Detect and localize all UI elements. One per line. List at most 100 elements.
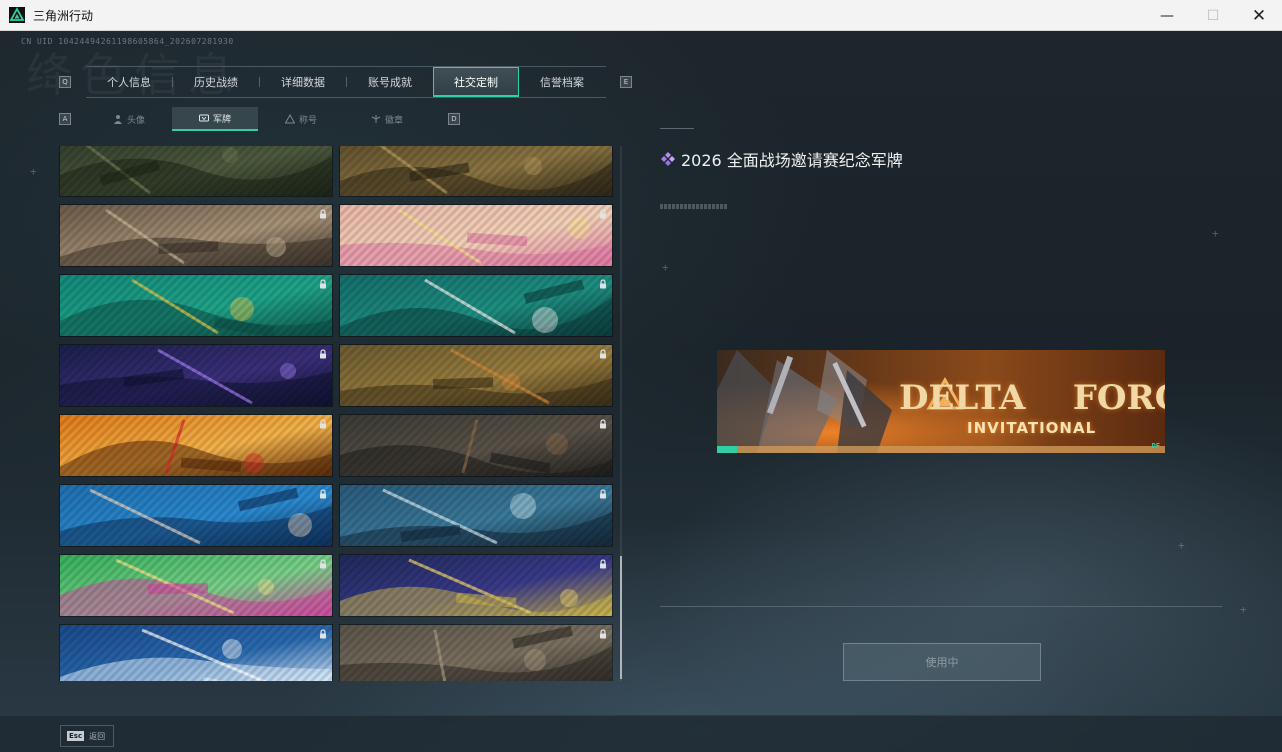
lock-icon [600, 209, 606, 219]
lock-icon [320, 349, 326, 359]
lock-icon [600, 629, 606, 639]
tab-prev-key-hint[interactable]: Q [59, 76, 71, 88]
dogtag-artwork [340, 146, 612, 196]
crosshair-decoration: + [30, 165, 37, 178]
dogtag-card[interactable] [339, 146, 613, 197]
minimize-button[interactable]: — [1144, 0, 1190, 31]
tab-reputation[interactable]: 信誉档案 [519, 67, 605, 97]
detail-decoration [660, 128, 694, 129]
lock-icon [600, 489, 606, 499]
bottom-bar: Esc 返回 [0, 715, 1282, 752]
crosshair-decoration: + [1240, 603, 1247, 616]
dogtag-artwork [340, 415, 612, 476]
dogtag-artwork [60, 415, 332, 476]
back-label: 返回 [89, 731, 106, 741]
dogtag-artwork [60, 345, 332, 406]
crosshair-decoration: + [1178, 539, 1185, 552]
rarity-diamond-icon [661, 152, 675, 166]
dogtag-artwork [340, 275, 612, 336]
dogtag-card[interactable] [339, 274, 613, 337]
preview-title-line1: DELTA FORCE [899, 378, 1165, 418]
lock-icon [600, 559, 606, 569]
window-title: 三角洲行动 [33, 8, 94, 23]
lock-icon [600, 349, 606, 359]
dogtag-subtitle-redacted [660, 204, 728, 209]
dogtag-artwork [340, 205, 612, 266]
main-tab-bar: 个人信息 历史战绩 详细数据 账号成就 社交定制 信誉档案 [86, 66, 606, 98]
preview-title-line2: INVITATIONAL [967, 419, 1097, 437]
emblem-icon [371, 115, 381, 123]
dogtag-artwork [60, 205, 332, 266]
subtab-prev-key-hint[interactable]: A [59, 113, 71, 125]
dogtag-artwork [340, 345, 612, 406]
subtab-label: 头像 [126, 115, 145, 126]
tab-next-key-hint[interactable]: E [620, 76, 632, 88]
lock-icon [320, 629, 326, 639]
dogtag-card[interactable] [339, 204, 613, 267]
dogtag-card[interactable] [59, 204, 333, 267]
dogtag-card[interactable] [59, 414, 333, 477]
subtab-label: 军牌 [212, 114, 231, 125]
tab-personal-info[interactable]: 个人信息 [86, 67, 172, 97]
dogtag-artwork [60, 485, 332, 546]
grid-scrollbar-thumb[interactable] [620, 556, 622, 679]
dogtag-title: 2026 全面战场邀请赛纪念军牌 [660, 147, 903, 171]
dogtag-card[interactable] [339, 554, 613, 617]
app-logo-icon [9, 7, 25, 23]
user-uid: CN UID 10424494261198605864_202607281930 [21, 37, 234, 46]
crosshair-decoration: + [662, 261, 669, 274]
lock-icon [600, 279, 606, 289]
dogtag-artwork [60, 555, 332, 616]
subtab-label: 称号 [298, 115, 317, 126]
dogtag-artwork [60, 275, 332, 336]
subtab-title[interactable]: 称号 [258, 107, 344, 131]
crosshair-decoration: + [1212, 227, 1219, 240]
dogtag-card[interactable] [59, 554, 333, 617]
lock-icon [600, 419, 606, 429]
esc-key-icon: Esc [67, 731, 85, 741]
subtab-dogtag[interactable]: 军牌 [172, 107, 258, 131]
dogtag-card[interactable] [59, 274, 333, 337]
dogtag-title-text: 2026 全面战场邀请赛纪念军牌 [681, 151, 903, 170]
dogtag-preview: DELTA FORCE INVITATIONAL DF [717, 350, 1165, 453]
back-button[interactable]: Esc 返回 [60, 725, 114, 747]
triangle-badge-icon [284, 114, 295, 124]
window-titlebar: 三角洲行动 — ☐ ✕ [0, 0, 1282, 31]
dogtag-artwork [60, 625, 332, 681]
dogtag-artwork [340, 555, 612, 616]
tab-achievements[interactable]: 账号成就 [347, 67, 433, 97]
lock-icon [320, 279, 326, 289]
person-icon [113, 115, 122, 124]
tab-history[interactable]: 历史战绩 [173, 67, 259, 97]
dogtag-icon [198, 114, 209, 122]
subtab-bar: 头像 军牌 称号 徽章 [86, 107, 430, 131]
dogtag-card[interactable] [339, 344, 613, 407]
dogtag-card[interactable] [59, 344, 333, 407]
dogtag-card[interactable] [59, 146, 333, 197]
lock-icon [320, 209, 326, 219]
dogtag-card[interactable] [59, 624, 333, 681]
lock-icon [320, 489, 326, 499]
dogtag-artwork [60, 146, 332, 196]
game-screen: 绛色信息 CN UID 10424494261198605864_2026072… [0, 31, 1282, 752]
dogtag-card[interactable] [339, 484, 613, 547]
preview-corner-badge: DF [1151, 442, 1160, 450]
tab-detailed-data[interactable]: 详细数据 [260, 67, 346, 97]
subtab-emblem[interactable]: 徽章 [344, 107, 430, 131]
close-button[interactable]: ✕ [1236, 0, 1282, 31]
detail-divider [660, 606, 1222, 607]
maximize-button[interactable]: ☐ [1190, 0, 1236, 31]
dogtag-card[interactable] [339, 414, 613, 477]
dogtag-card[interactable] [59, 484, 333, 547]
use-dogtag-button[interactable]: 使用中 [843, 643, 1041, 681]
dogtag-artwork [340, 485, 612, 546]
dogtag-grid [59, 146, 614, 681]
subtab-next-key-hint[interactable]: D [448, 113, 460, 125]
dogtag-artwork [340, 625, 612, 681]
lock-icon [320, 419, 326, 429]
subtab-avatar[interactable]: 头像 [86, 107, 172, 131]
tab-social-customization[interactable]: 社交定制 [433, 67, 519, 97]
dogtag-card[interactable] [339, 624, 613, 681]
lock-icon [320, 559, 326, 569]
subtab-label: 徽章 [384, 115, 403, 126]
